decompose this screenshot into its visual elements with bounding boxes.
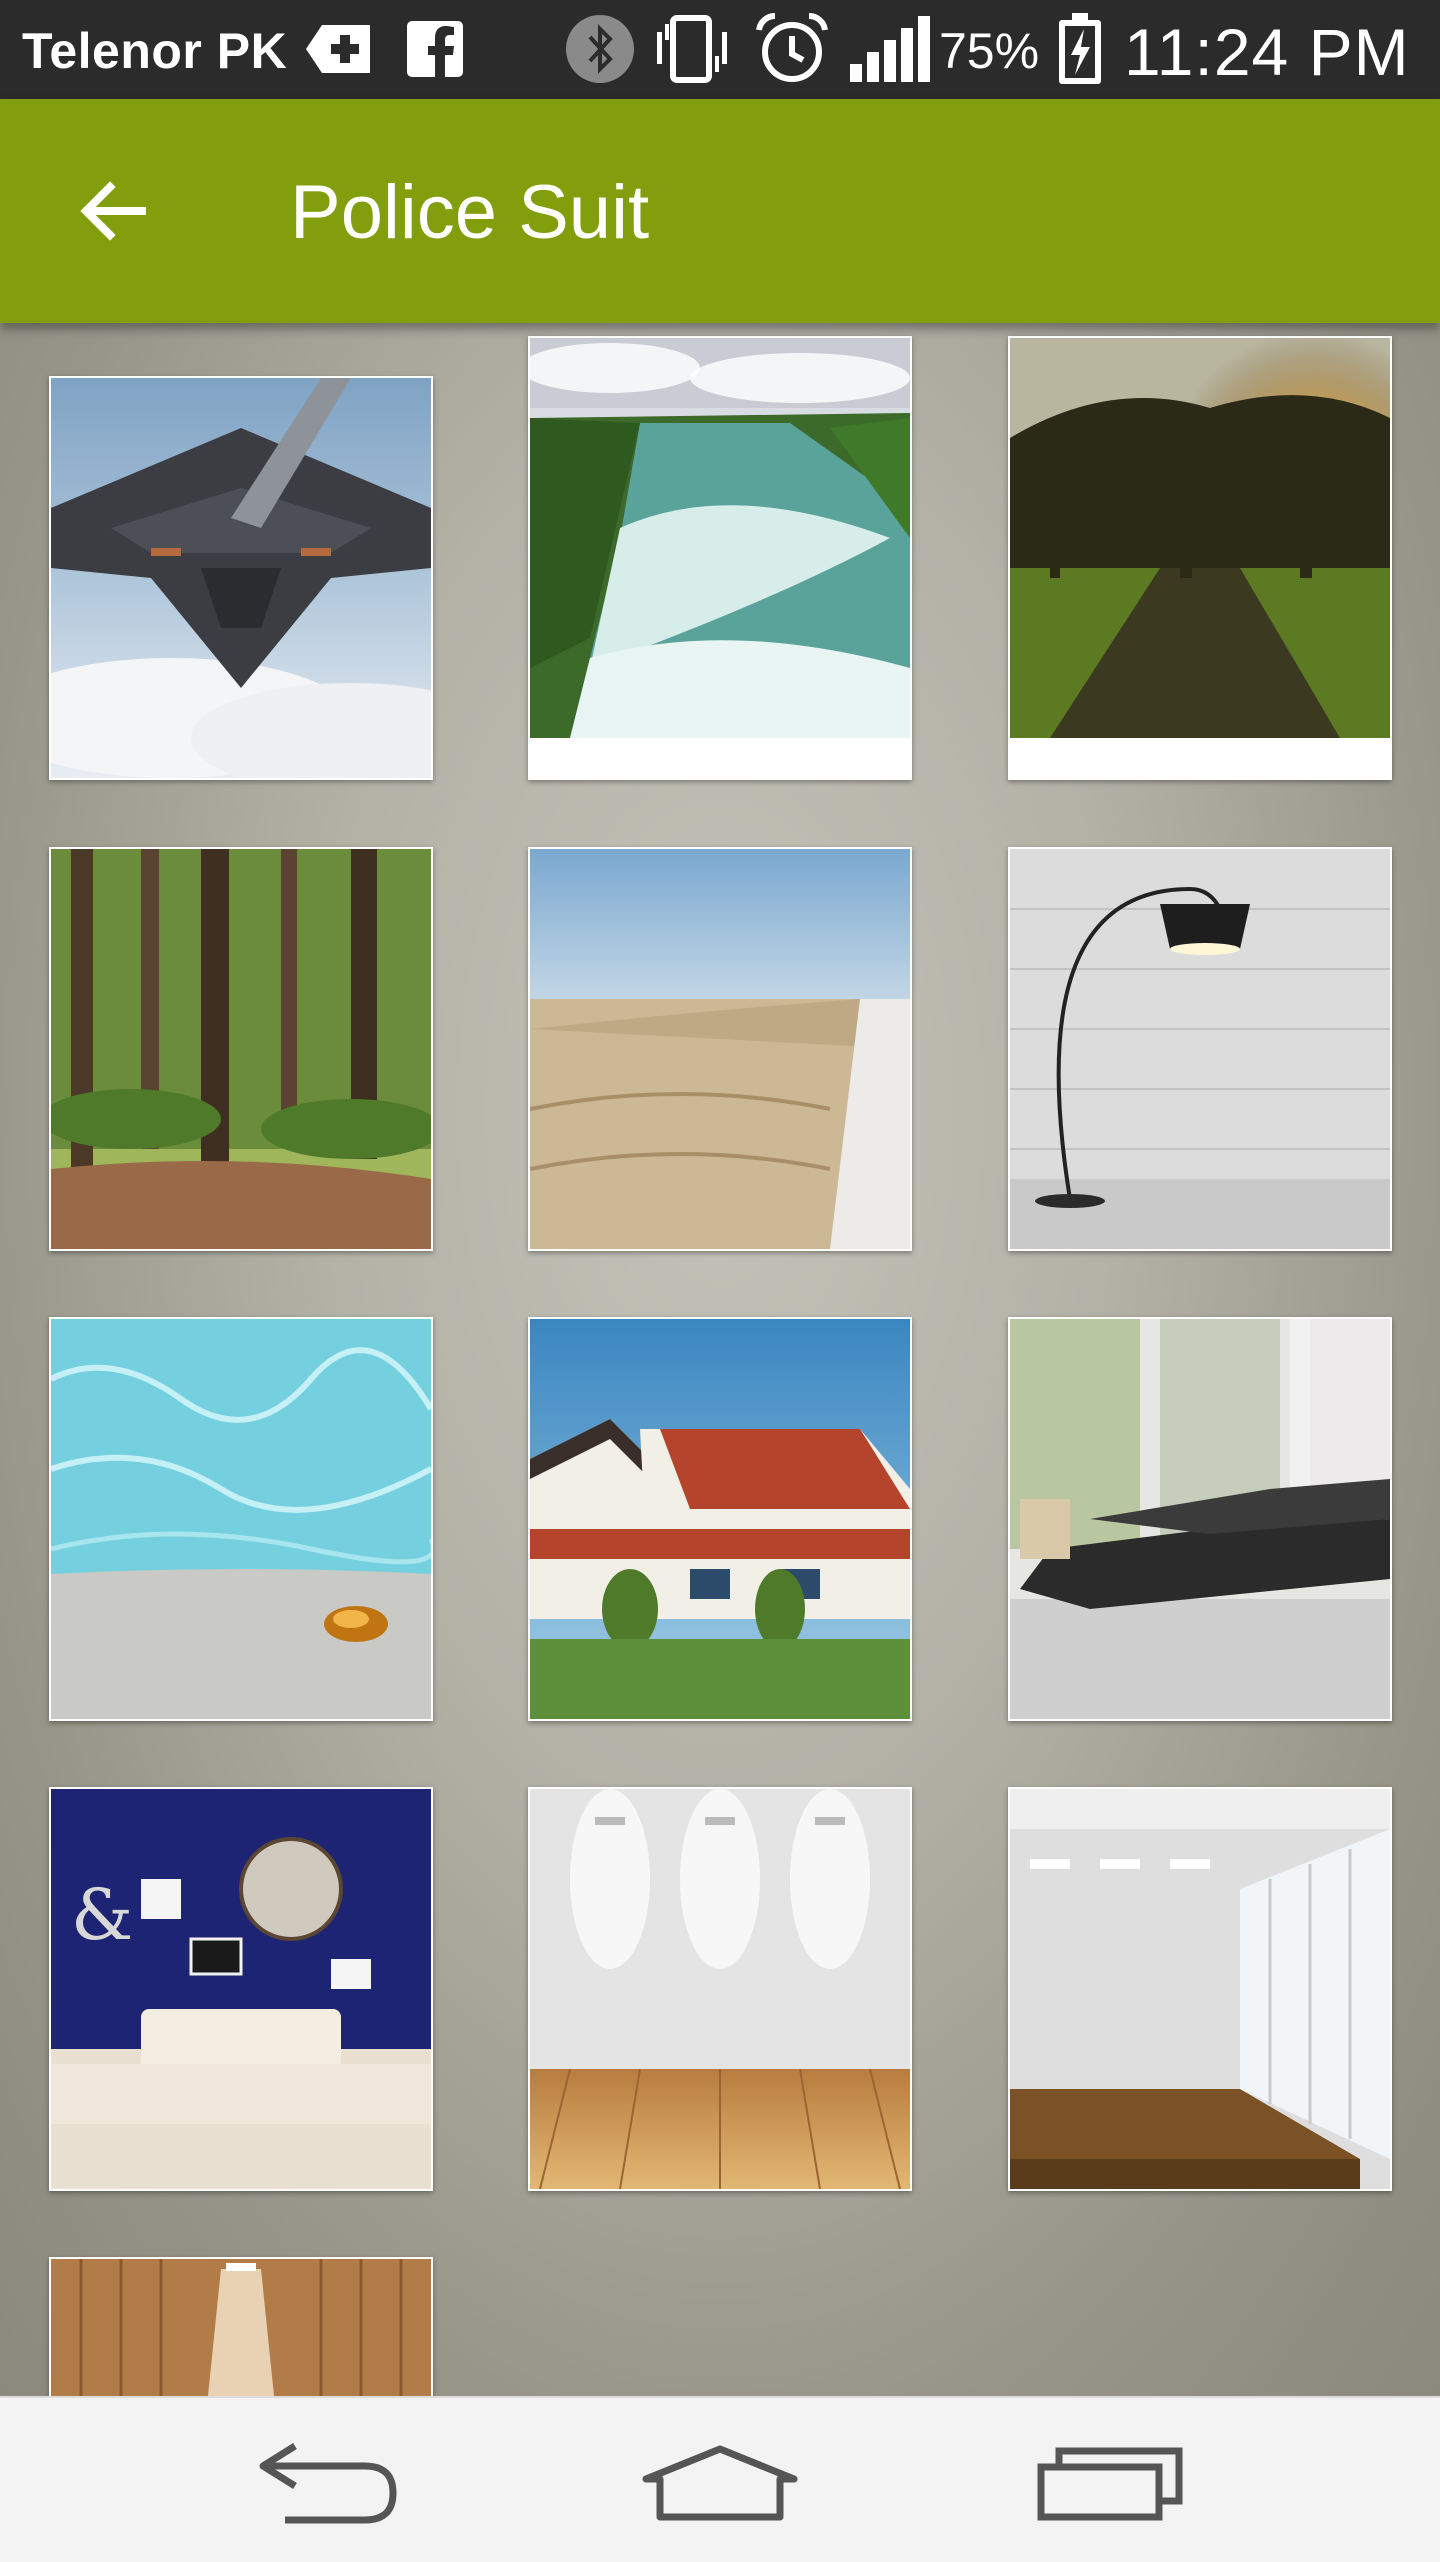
nav-back-button[interactable] [245, 2428, 415, 2538]
nav-recent-apps-button[interactable] [1025, 2428, 1195, 2538]
nav-home-button[interactable] [635, 2428, 805, 2538]
svg-text:&: & [71, 1874, 133, 1956]
wooden-room-spotlight-image [51, 2259, 431, 2396]
arc-lamp-brick-wall-image [1010, 849, 1390, 1249]
navigation-bar [0, 2396, 1440, 2562]
grid-item-pool-water-beach[interactable] [49, 1317, 433, 1721]
battery-charging-icon [1050, 13, 1110, 84]
bluetooth-icon [560, 14, 640, 84]
status-bar: Telenor PK 75% 11:24 PM [0, 0, 1440, 99]
grid-item-arc-lamp-brick-wall[interactable] [1008, 847, 1392, 1251]
black-sofa-room-image [1010, 1319, 1390, 1719]
page-title: Police Suit [290, 170, 650, 255]
back-button[interactable] [58, 161, 168, 261]
wallpaper-grid[interactable]: & [0, 323, 1440, 2396]
pool-water-beach-image [51, 1319, 431, 1719]
spotlight-wood-floor-image [530, 1789, 910, 2189]
back-nav-icon [259, 2443, 397, 2524]
grid-item-river-rapids[interactable] [528, 336, 912, 780]
recent-apps-icon [1037, 2447, 1183, 2521]
grid-item-spotlight-wood-floor[interactable] [528, 1787, 912, 2191]
grid-item-wooden-room-spotlight[interactable] [49, 2257, 433, 2396]
signal-icon [845, 14, 935, 84]
app-bar: Police Suit [0, 99, 1440, 323]
arrow-back-icon [80, 181, 146, 241]
forest-path-image [51, 849, 431, 1249]
wheat-field-image [530, 849, 910, 1249]
blue-wall-white-sofa-image: & [51, 1789, 431, 2189]
add-notification-icon [300, 14, 380, 84]
facebook-icon [400, 14, 470, 84]
grid-item-tudor-house[interactable] [528, 1317, 912, 1721]
grid-item-sunset-tree-road[interactable] [1008, 336, 1392, 780]
sunset-tree-road-image [1010, 338, 1390, 738]
stealth-bomber-image [51, 378, 431, 778]
battery-percent: 75% [939, 23, 1040, 79]
home-icon [642, 2445, 798, 2521]
grid-item-forest-path[interactable] [49, 847, 433, 1251]
tudor-house-image [530, 1319, 910, 1719]
grid-item-stealth-bomber[interactable] [49, 376, 433, 780]
river-rapids-image [530, 338, 910, 738]
grid-item-wheat-field[interactable] [528, 847, 912, 1251]
clock: 11:24 PM [1124, 15, 1410, 89]
grid-item-blue-wall-white-sofa[interactable]: & [49, 1787, 433, 2191]
alarm-icon [752, 12, 832, 84]
grid-item-black-sofa-room[interactable] [1008, 1317, 1392, 1721]
vibrate-icon [652, 14, 732, 84]
empty-room-windows-image [1010, 1789, 1390, 2189]
carrier-name: Telenor PK [22, 23, 288, 79]
grid-item-empty-room-windows[interactable] [1008, 1787, 1392, 2191]
